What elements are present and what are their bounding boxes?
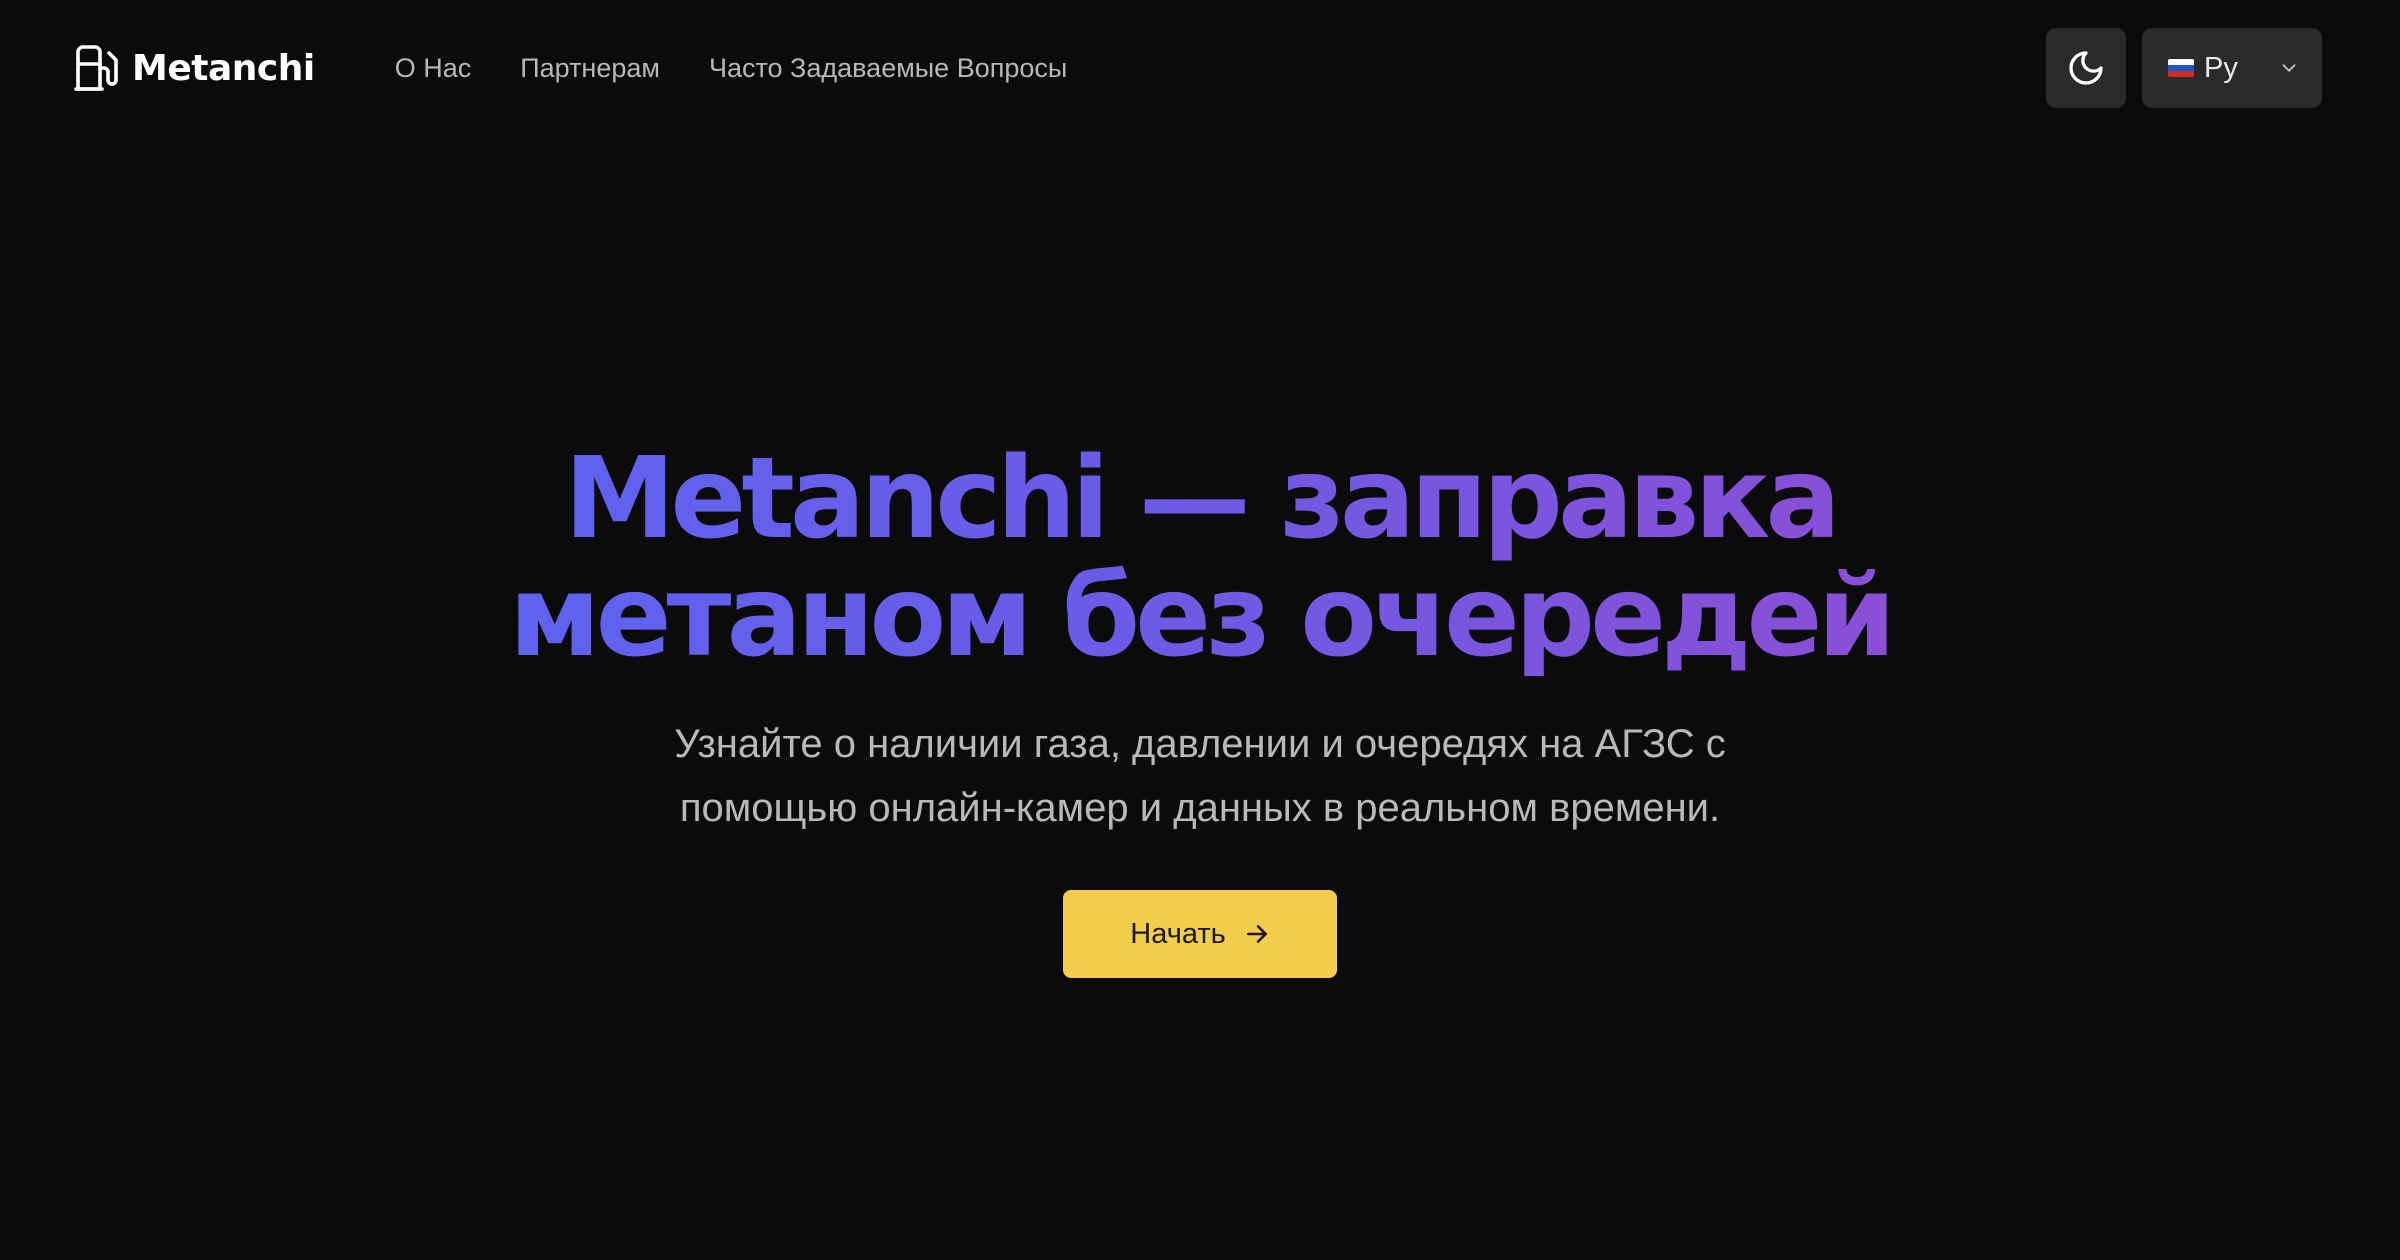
- brand-name: Metanchi: [132, 47, 315, 89]
- chevron-down-icon: [2282, 64, 2296, 72]
- russia-flag-icon: [2168, 59, 2194, 77]
- landing-page: Metanchi О Нас Партнерам Часто Задаваемы…: [0, 0, 2400, 1260]
- hero-title-line: Metanchi — заправка: [563, 434, 1836, 564]
- hero-subtitle: Узнайте о наличии газа, давлении и очере…: [674, 712, 1725, 840]
- hero-subtitle-line: Узнайте о наличии газа, давлении и очере…: [674, 722, 1726, 766]
- hero-title-line: метаном без очередей: [509, 552, 1891, 682]
- hero-title: Metanchi — заправка метаном без очередей: [509, 440, 1891, 676]
- moon-icon: [2069, 51, 2103, 85]
- language-label: Ру: [2204, 51, 2238, 84]
- main-nav: О Нас Партнерам Часто Задаваемые Вопросы: [395, 53, 1068, 84]
- nav-item-about[interactable]: О Нас: [395, 53, 472, 84]
- fuel-pump-icon: [74, 44, 118, 92]
- nav-item-partners[interactable]: Партнерам: [520, 53, 660, 84]
- language-select[interactable]: Ру: [2142, 28, 2322, 108]
- start-button-label: Начать: [1130, 917, 1226, 950]
- arrow-right-icon: [1246, 925, 1267, 943]
- brand-logo[interactable]: Metanchi: [74, 44, 315, 92]
- site-header: Metanchi О Нас Партнерам Часто Задаваемы…: [0, 0, 2400, 136]
- header-controls: Ру: [2046, 28, 2322, 108]
- nav-item-faq[interactable]: Часто Задаваемые Вопросы: [709, 53, 1067, 84]
- hero-subtitle-line: помощью онлайн-камер и данных в реальном…: [679, 786, 1721, 830]
- theme-toggle-button[interactable]: [2046, 28, 2126, 108]
- hero-section: Metanchi — заправка метаном без очередей…: [0, 440, 2400, 978]
- start-button[interactable]: Начать: [1063, 890, 1337, 978]
